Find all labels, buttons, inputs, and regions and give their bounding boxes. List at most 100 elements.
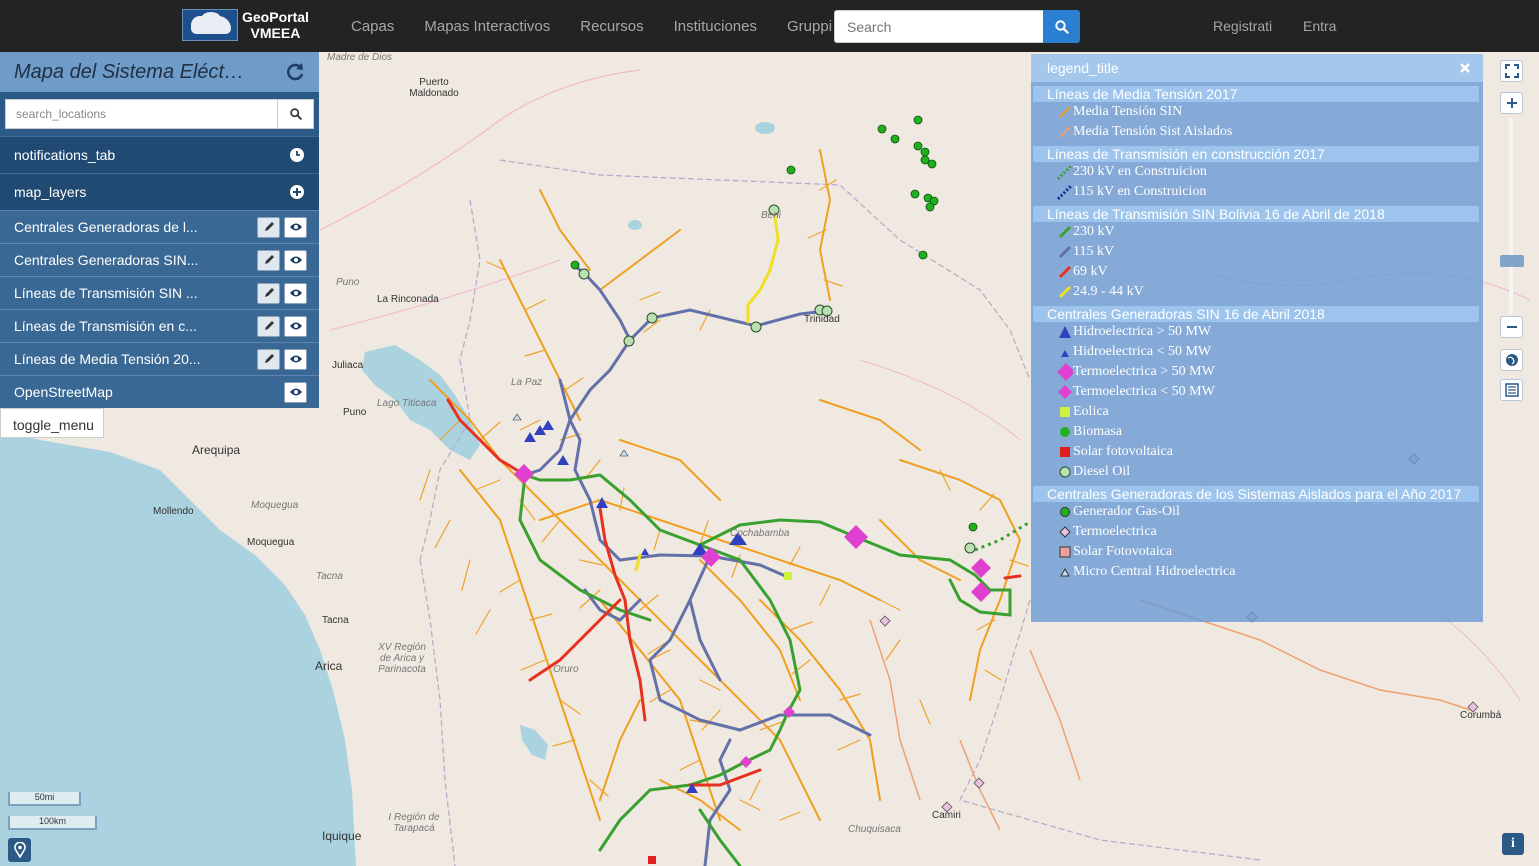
info-button[interactable]: i <box>1502 833 1524 855</box>
layers-panel: Mapa del Sistema Eléct… search_locations… <box>0 52 319 408</box>
legend-toggle-button[interactable] <box>1500 379 1523 401</box>
map-layers-label: map_layers <box>14 184 87 200</box>
zoom-out-button[interactable] <box>1500 316 1523 338</box>
legend-label: 115 kV en Construicion <box>1073 184 1207 199</box>
toggle-visibility-button[interactable] <box>284 282 307 304</box>
olive-circle-icon <box>1060 507 1070 517</box>
mt-aislados <box>869 599 1471 831</box>
legend-label: Media Tensión Sist Aislados <box>1073 124 1233 139</box>
zoom-in-button[interactable] <box>1500 92 1523 114</box>
nav-link-gruppi[interactable]: Gruppi <box>787 18 832 35</box>
list-icon <box>1504 383 1519 397</box>
toggle-visibility-button[interactable] <box>284 216 307 238</box>
toggle-visibility-button[interactable] <box>284 381 307 403</box>
edit-layer-button[interactable] <box>257 315 280 337</box>
legend-item: Eolica <box>1031 402 1483 422</box>
nav-link-recursos[interactable]: Recursos <box>580 18 643 35</box>
register-link[interactable]: Registrati <box>1213 0 1272 52</box>
place-puerto-maldonado: Puerto Maldonado <box>409 77 459 99</box>
legend-label: Termoelectrica > 50 MW <box>1073 364 1215 379</box>
line-230kv-construction <box>974 520 1031 552</box>
login-link[interactable]: Entra <box>1303 0 1336 52</box>
small-triangle-icon <box>1061 350 1069 357</box>
pink-square-icon <box>1059 546 1071 558</box>
large-diamond-icon <box>1057 363 1073 381</box>
place-arica: Arica <box>315 659 343 673</box>
nav-link-instituciones[interactable]: Instituciones <box>674 18 757 35</box>
edit-layer-button[interactable] <box>257 282 280 304</box>
layer-item[interactable]: Centrales Generadoras SIN... <box>0 243 319 276</box>
yellow-square-icon <box>1060 407 1070 417</box>
legend-item: Termoelectrica < 50 MW <box>1031 382 1483 402</box>
eye-icon <box>289 289 302 297</box>
notifications-tab[interactable]: notifications_tab <box>0 136 319 173</box>
notifications-label: notifications_tab <box>14 147 116 163</box>
search-button[interactable] <box>1043 10 1080 43</box>
globe-button[interactable] <box>1500 349 1523 371</box>
zoom-slider-track[interactable] <box>1509 118 1513 314</box>
brand-line2: VMEEA <box>250 25 301 41</box>
brand-text: GeoPortal VMEEA <box>242 9 309 41</box>
map-marker-icon <box>13 842 26 858</box>
legend-section-isolated: Centrales Generadoras de los Sistemas Ai… <box>1033 486 1479 502</box>
legend-label: Solar fotovoltaica <box>1073 444 1173 459</box>
legend-label: 24.9 - 44 kV <box>1073 284 1144 299</box>
light-circle-icon <box>1059 466 1071 478</box>
legend-item: 230 kV en Construicion <box>1031 162 1483 182</box>
legend-label: Termoelectrica <box>1073 524 1157 539</box>
small-outline-triangle-icon <box>1060 567 1070 577</box>
red-square-icon <box>1060 447 1070 457</box>
legend-item: 115 kV <box>1031 242 1483 262</box>
layer-item[interactable]: Líneas de Transmisión SIN ... <box>0 276 319 309</box>
layer-label: Líneas de Transmisión SIN ... <box>14 285 198 301</box>
location-search-input[interactable]: search_locations <box>5 99 278 129</box>
legend-label: Hidroelectrica > 50 MW <box>1073 324 1212 339</box>
base-layer-item[interactable]: OpenStreetMap <box>0 375 319 408</box>
legend-item: Termoelectrica > 50 MW <box>1031 362 1483 382</box>
edit-layer-button[interactable] <box>257 348 280 370</box>
eye-icon <box>289 256 302 264</box>
legend-label: Eolica <box>1073 404 1109 419</box>
close-icon[interactable] <box>1459 62 1471 74</box>
search-input[interactable] <box>834 10 1044 43</box>
red-line-icon <box>1058 265 1072 279</box>
edit-layer-button[interactable] <box>257 249 280 271</box>
eye-icon <box>289 322 302 330</box>
nav-links: Capas Mapas Interactivos Recursos Instit… <box>336 0 847 52</box>
fullscreen-button[interactable] <box>1500 60 1523 82</box>
legend-label: Micro Central Hidroelectrica <box>1073 564 1236 579</box>
purple-line-icon <box>1058 245 1072 259</box>
search-icon <box>1054 19 1069 34</box>
legend-label: Diesel Oil <box>1073 464 1131 479</box>
toggle-visibility-button[interactable] <box>284 249 307 271</box>
biomass-points <box>570 115 978 532</box>
toggle-menu-button[interactable]: toggle_menu <box>0 408 104 438</box>
nav-link-capas[interactable]: Capas <box>351 18 394 35</box>
toggle-visibility-button[interactable] <box>284 315 307 337</box>
layer-item[interactable]: Centrales Generadoras de l... <box>0 210 319 243</box>
large-triangle-icon <box>1059 326 1071 338</box>
toggle-visibility-button[interactable] <box>284 348 307 370</box>
minus-icon <box>1506 326 1517 328</box>
locate-button[interactable] <box>8 838 31 862</box>
yellow-line-icon <box>1058 285 1072 299</box>
layer-label: Centrales Generadoras SIN... <box>14 252 199 268</box>
legend-label: 115 kV <box>1073 244 1115 259</box>
layer-item[interactable]: Líneas de Media Tensión 20... <box>0 342 319 375</box>
legend-label: Solar Fotovotaica <box>1073 544 1173 559</box>
legend-label: 69 kV <box>1073 264 1108 279</box>
edit-layer-button[interactable] <box>257 216 280 238</box>
legend-label: Biomasa <box>1073 424 1122 439</box>
map-layers-tab[interactable]: map_layers <box>0 173 319 210</box>
layer-item[interactable]: Líneas de Transmisión en c... <box>0 309 319 342</box>
lake-poopo <box>520 725 548 760</box>
layer-label: Centrales Generadoras de l... <box>14 219 198 235</box>
legend-item: Generador Gas-Oil <box>1031 502 1483 522</box>
location-search-button[interactable] <box>278 99 314 129</box>
zoom-slider-handle[interactable] <box>1500 255 1524 267</box>
brand-logo-link[interactable]: GeoPortal VMEEA <box>182 9 309 41</box>
refresh-icon[interactable] <box>285 62 305 82</box>
add-layer-icon[interactable] <box>289 184 305 200</box>
legend-item: Micro Central Hidroelectrica <box>1031 562 1483 582</box>
nav-link-mapas[interactable]: Mapas Interactivos <box>424 18 550 35</box>
